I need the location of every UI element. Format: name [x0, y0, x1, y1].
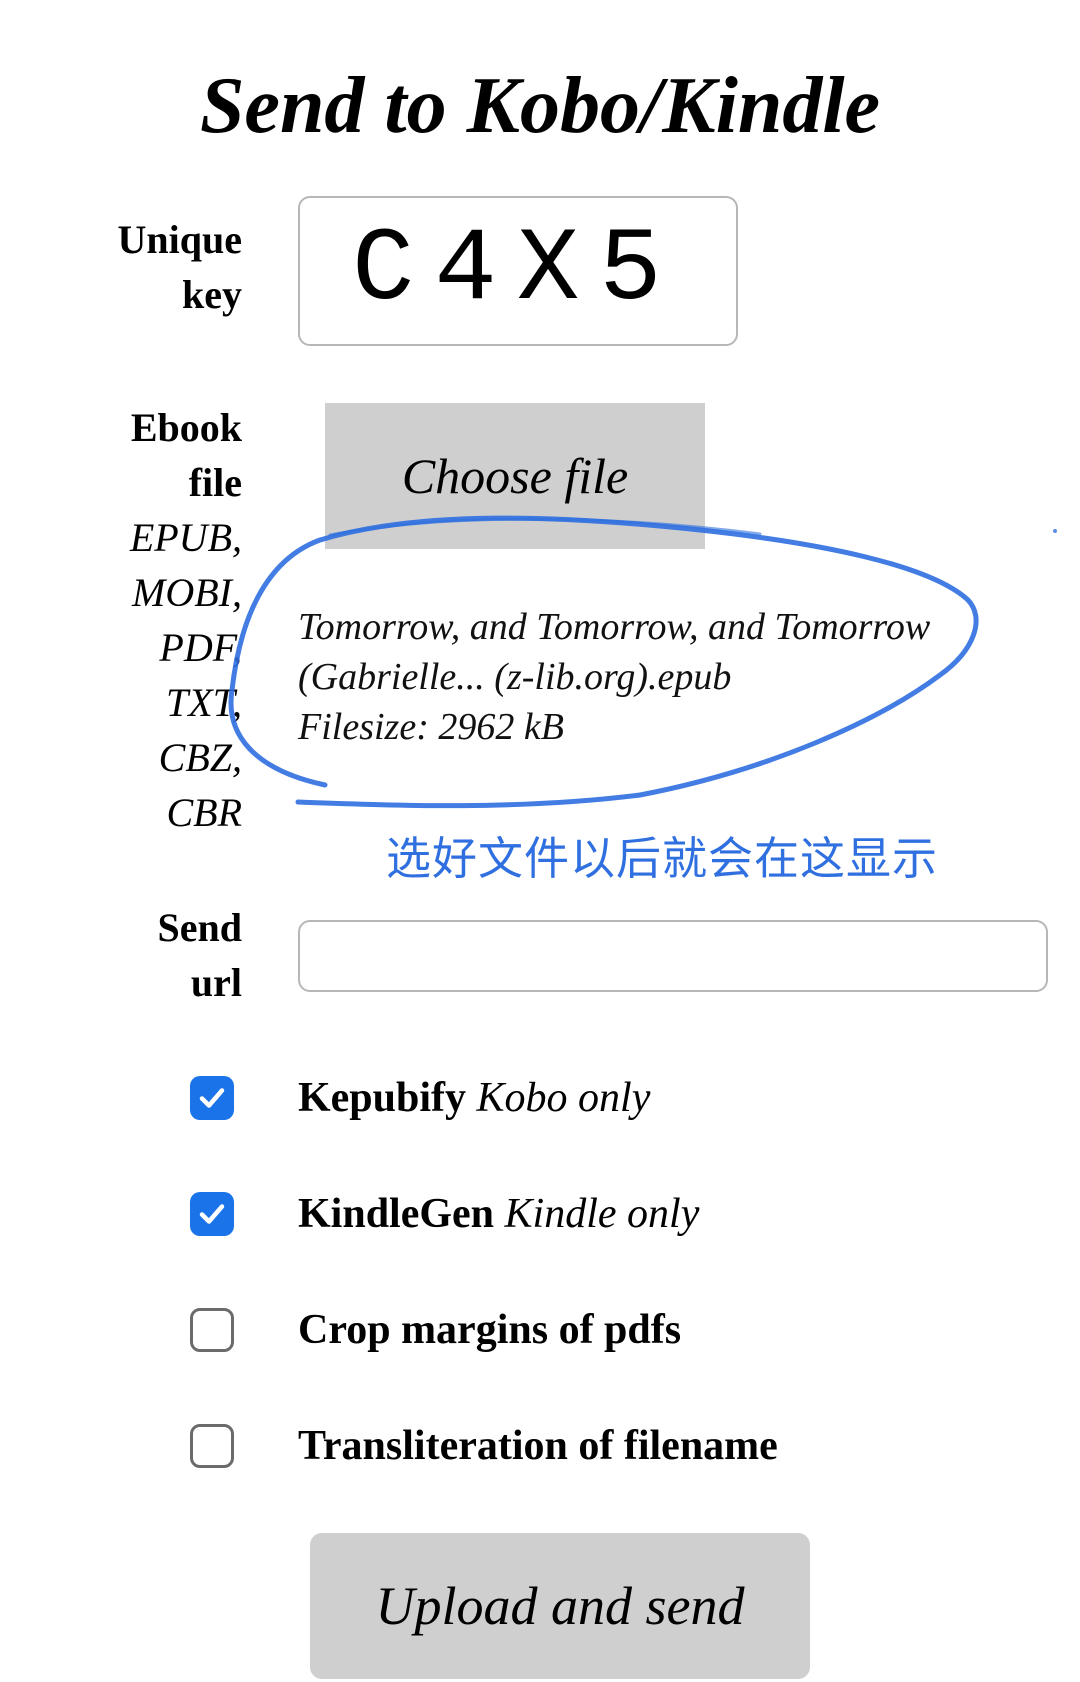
check-icon [199, 1088, 225, 1108]
check-icon [199, 1204, 225, 1224]
unique-key-label: Unique key [117, 217, 243, 317]
format-mobi: MOBI, [132, 570, 242, 615]
selected-file-info: Tomorrow, and Tomorrow, and Tomorrow (Ga… [298, 602, 998, 752]
kepubify-label: Kepubify Kobo only [298, 1075, 651, 1121]
format-txt: TXT, [166, 680, 242, 725]
format-cbr: CBR [166, 790, 242, 835]
transliteration-checkbox[interactable] [190, 1424, 234, 1468]
selected-file-size: Filesize: 2962 kB [298, 706, 564, 748]
kindlegen-checkbox[interactable] [190, 1192, 234, 1236]
selected-file-name-line2: (Gabrielle... (z-lib.org).epub [298, 656, 732, 698]
kepubify-checkbox[interactable] [190, 1076, 234, 1120]
annotation-note: 选好文件以后就会在这显示 [386, 832, 939, 885]
page-title: Send to Kobo/Kindle [199, 61, 881, 150]
upload-and-send-button[interactable]: Upload and send [310, 1533, 810, 1679]
option-kepubify[interactable]: Kepubify Kobo only [190, 1070, 650, 1126]
kindlegen-label: KindleGen Kindle only [298, 1191, 700, 1237]
transliteration-label: Transliteration of filename [298, 1423, 778, 1469]
option-crop-margins[interactable]: Crop margins of pdfs [190, 1302, 681, 1358]
ebook-file-label: Ebook file EPUB, MOBI, PDF, TXT, CBZ, CB… [42, 400, 242, 840]
format-cbz: CBZ, [158, 735, 242, 780]
crop-margins-checkbox[interactable] [190, 1308, 234, 1352]
option-transliteration[interactable]: Transliteration of filename [190, 1418, 778, 1474]
selected-file-name-line1: Tomorrow, and Tomorrow, and Tomorrow [298, 606, 931, 648]
format-pdf: PDF, [159, 625, 242, 670]
unique-key-input[interactable] [298, 196, 738, 346]
choose-file-button[interactable]: Choose file [325, 403, 705, 549]
send-url-label: Send url [157, 905, 243, 1005]
crop-margins-label: Crop margins of pdfs [298, 1307, 682, 1353]
format-epub: EPUB, [129, 515, 242, 560]
option-kindlegen[interactable]: KindleGen Kindle only [190, 1186, 699, 1242]
send-url-input[interactable] [298, 920, 1048, 992]
